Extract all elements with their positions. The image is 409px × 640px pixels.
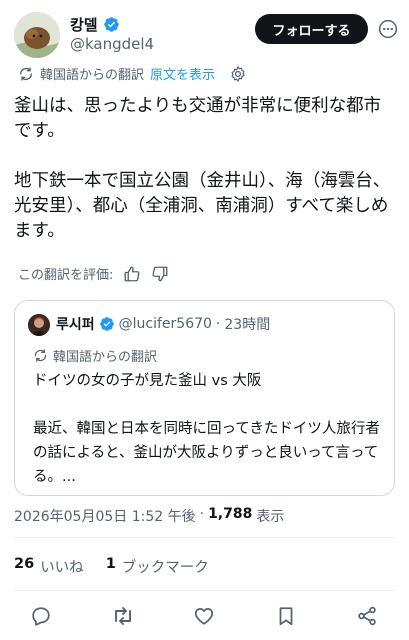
thumbs-down-icon[interactable] [151,265,169,283]
avatar[interactable] [14,12,60,58]
rate-translation: この翻訳を評価: [18,264,169,283]
bookmark-icon[interactable] [273,603,299,629]
tweet-text: 釜山は、思ったよりも交通が非常に便利な都市です。 地下鉄一本で国立公園（金井山）… [14,96,391,241]
more-icon[interactable] [376,17,400,41]
follow-button[interactable]: フォローする [255,14,368,44]
likes-count[interactable]: 26 [14,556,34,577]
quoted-tweet[interactable]: 루시퍼 @lucifer5670 · 23時間 韓国語からの翻訳 ドイツの女の子… [14,300,395,496]
verified-icon [99,317,114,331]
like-icon[interactable] [191,603,217,629]
share-icon[interactable] [354,603,380,629]
views-label: 表示 [256,509,285,525]
translate-icon [20,66,32,81]
views-count: 1,788 [208,506,253,522]
separator-dot: · [215,316,221,332]
show-original-link[interactable]: 原文を表示 [150,64,215,83]
gear-icon[interactable] [229,65,247,83]
bookmarks-count[interactable]: 1 [106,556,116,577]
translation-bar: 韓国語からの翻訳 原文を表示 [18,64,247,83]
quote-translation-source: 韓国語からの翻訳 [53,350,158,365]
divider [14,590,395,591]
action-bar [28,603,380,629]
tweet-meta: 2026年05月05日 1:52 午後 · 1,788 表示 [14,506,284,526]
translation-source: 韓国語からの翻訳 [40,68,145,83]
tweet-header: 캉델 @kangdel4 フォローする [14,10,399,60]
rate-label: この翻訳を評価: [18,268,114,283]
retweet-icon[interactable] [110,603,136,629]
bookmarks-label[interactable]: ブックマーク [122,556,209,577]
translate-icon [34,349,47,362]
quote-time: 23時間 [224,317,271,333]
quote-handle: @lucifer5670 [118,316,212,332]
display-name[interactable]: 캉델 [70,14,98,35]
quote-avatar[interactable] [28,314,50,336]
engagement-stats: 26 いいね 1 ブックマーク [14,556,209,577]
verified-icon [103,17,119,32]
quote-translation-bar: 韓国語からの翻訳 [33,346,157,365]
handle[interactable]: @kangdel4 [70,35,154,53]
likes-label[interactable]: いいね [40,556,84,577]
quote-text: ドイツの女の子が見た釜山 vs 大阪 最近、韓国と日本を同時に回ってきたドイツ人… [33,373,380,485]
timestamp[interactable]: 2026年05月05日 1:52 午後 [14,506,196,526]
meta-dot: · [199,506,205,522]
divider [14,537,395,538]
thumbs-up-icon[interactable] [123,265,141,283]
quote-display-name[interactable]: 루시퍼 [56,314,95,334]
reply-icon[interactable] [28,603,54,629]
